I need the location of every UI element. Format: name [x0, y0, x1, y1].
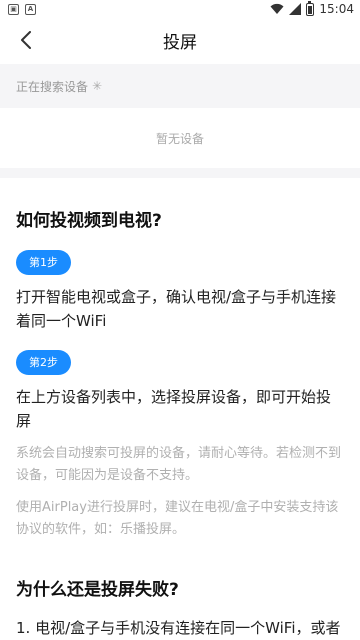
device-search-status: 正在搜索设备 ✳ — [0, 64, 360, 108]
notification-a-icon: A — [25, 3, 36, 15]
signal-icon — [289, 3, 302, 15]
status-bar: ▣ A 15:04 — [0, 0, 360, 18]
guide-section: 如何投视频到电视? 第1步 打开智能电视或盒子，确认电视/盒子与手机连接着同一个… — [0, 209, 360, 640]
search-status-text: 正在搜索设备 — [16, 79, 89, 94]
guide-title: 如何投视频到电视? — [16, 211, 162, 231]
failure-reason-1: 1. 电视/盒子与手机没有连接在同一个WiFi，或者手机可能连接了4G网络 — [16, 619, 341, 637]
status-right: 15:04 — [270, 0, 354, 16]
battery-icon — [306, 0, 315, 16]
nav-bar: 投屏 — [0, 18, 360, 62]
step-1-text: 打开智能电视或盒子，确认电视/盒子与手机连接着同一个WiFi — [16, 288, 337, 330]
sim-icon: ▣ — [8, 3, 19, 15]
wifi-icon — [270, 3, 284, 15]
step-1-badge: 第1步 — [16, 250, 71, 275]
chevron-left-icon[interactable] — [14, 28, 38, 52]
loading-spinner-icon: ✳ — [92, 79, 103, 93]
failure-title: 为什么还是投屏失败? — [16, 580, 179, 600]
status-left: ▣ A — [8, 3, 36, 15]
section-divider — [0, 168, 360, 178]
page-title: 投屏 — [163, 32, 197, 53]
device-list-empty: 暂无设备 — [0, 108, 360, 168]
note-airplay: 使用AirPlay进行投屏时，建议在电视/盒子中安装支持该协议的软件，如：乐播投… — [16, 500, 339, 537]
empty-device-text: 暂无设备 — [155, 131, 204, 146]
status-time: 15:04 — [319, 2, 354, 16]
note-auto-search: 系统会自动搜索可投屏的设备，请耐心等待。若检测不到设备，可能因为是设备不支持。 — [16, 446, 342, 483]
step-2-text: 在上方设备列表中，选择投屏设备，即可开始投屏 — [16, 388, 332, 430]
step-2-badge: 第2步 — [16, 350, 71, 375]
